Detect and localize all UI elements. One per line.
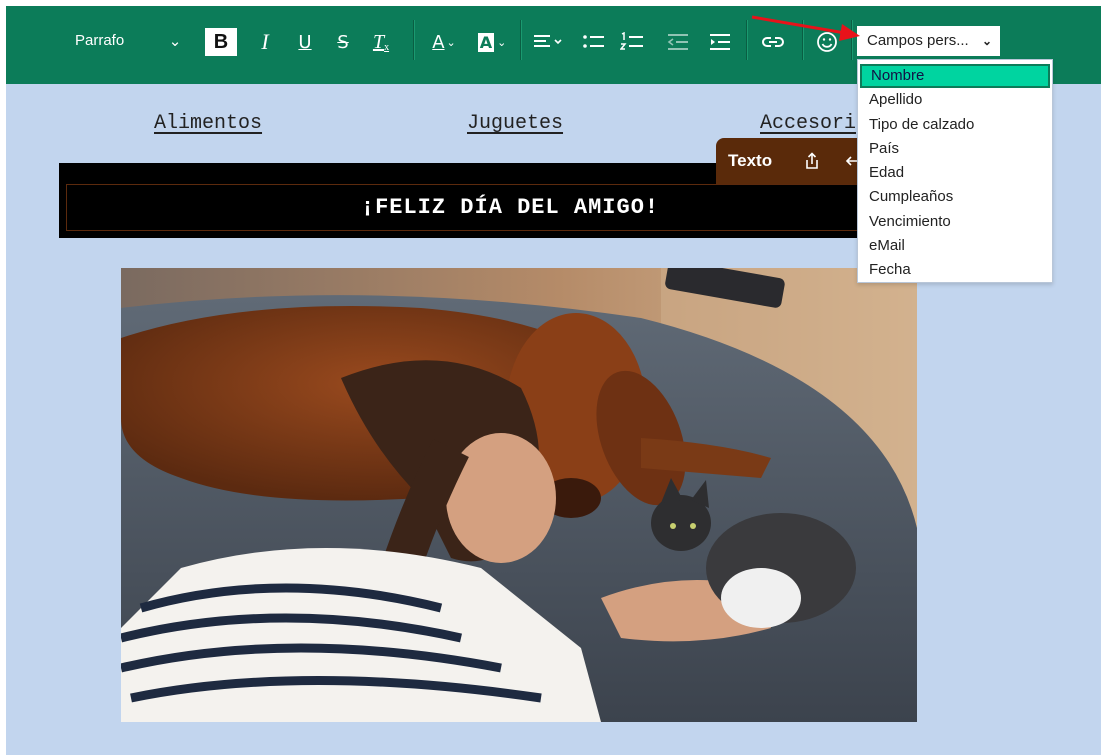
numbered-list-button[interactable]	[618, 28, 646, 56]
custom-fields-label: Campos pers...	[867, 32, 969, 49]
nav-link-alimentos[interactable]: Alimentos	[154, 112, 262, 135]
indent-icon	[710, 34, 730, 50]
dropdown-option-cumpleanos[interactable]: Cumpleaños	[860, 185, 1050, 209]
dropdown-option-email[interactable]: eMail	[860, 234, 1050, 258]
hero-image[interactable]	[121, 268, 917, 722]
text-block-panel[interactable]: Texto	[716, 138, 866, 184]
clear-format-label: T	[372, 30, 385, 53]
clear-format-button[interactable]: Tx	[366, 28, 396, 56]
dropdown-option-apellido[interactable]: Apellido	[860, 88, 1050, 112]
dropdown-option-pais[interactable]: País	[860, 137, 1050, 161]
chevron-down-icon: ⌄	[981, 34, 992, 48]
bullet-list-button[interactable]	[580, 28, 608, 56]
chevron-down-icon[interactable]: ⌄	[165, 26, 185, 56]
custom-fields-select[interactable]: Campos pers... ⌄	[857, 26, 1000, 56]
dropdown-option-fecha[interactable]: Fecha	[860, 258, 1050, 282]
chevron-down-icon: ⌄	[497, 35, 507, 49]
paragraph-format-select[interactable]: Parrafo	[75, 26, 124, 56]
text-block-label: Texto	[728, 151, 773, 170]
link-icon	[762, 37, 784, 47]
dropdown-option-tipo-de-calzado[interactable]: Tipo de calzado	[860, 113, 1050, 137]
numbered-list-icon	[620, 32, 643, 50]
strikethrough-button[interactable]: S	[330, 28, 356, 56]
underline-button[interactable]: U	[292, 28, 318, 56]
outdent-button[interactable]	[664, 28, 692, 56]
link-button[interactable]	[758, 28, 788, 56]
italic-button[interactable]: I	[252, 28, 278, 56]
align-button[interactable]	[530, 28, 570, 56]
bullet-list-icon	[583, 35, 604, 48]
font-color-label: A	[432, 31, 445, 53]
dropdown-option-vencimiento[interactable]: Vencimiento	[860, 210, 1050, 234]
dropdown-option-edad[interactable]: Edad	[860, 161, 1050, 185]
background-color-button[interactable]: A ⌄	[472, 28, 512, 56]
emoji-icon	[817, 32, 837, 52]
font-color-button[interactable]: A ⌄	[424, 28, 464, 56]
dropdown-option-nombre[interactable]: Nombre	[860, 64, 1050, 88]
chevron-down-icon: ⌄	[446, 35, 456, 49]
indent-button[interactable]	[706, 28, 734, 56]
emoji-button[interactable]	[813, 28, 841, 56]
banner-title[interactable]: ¡FELIZ DÍA DEL AMIGO!	[66, 184, 954, 231]
align-icon	[534, 35, 562, 47]
bold-button[interactable]: B	[205, 28, 237, 56]
x-small-icon: x	[384, 41, 390, 53]
share-icon[interactable]	[802, 138, 822, 184]
outdent-icon	[667, 34, 688, 50]
nav-link-juguetes[interactable]: Juguetes	[467, 112, 563, 135]
bg-color-label: A	[477, 32, 495, 52]
custom-fields-dropdown: Nombre Apellido Tipo de calzado País Eda…	[857, 59, 1053, 283]
nav-link-accesorios[interactable]: Accesori	[760, 112, 856, 135]
